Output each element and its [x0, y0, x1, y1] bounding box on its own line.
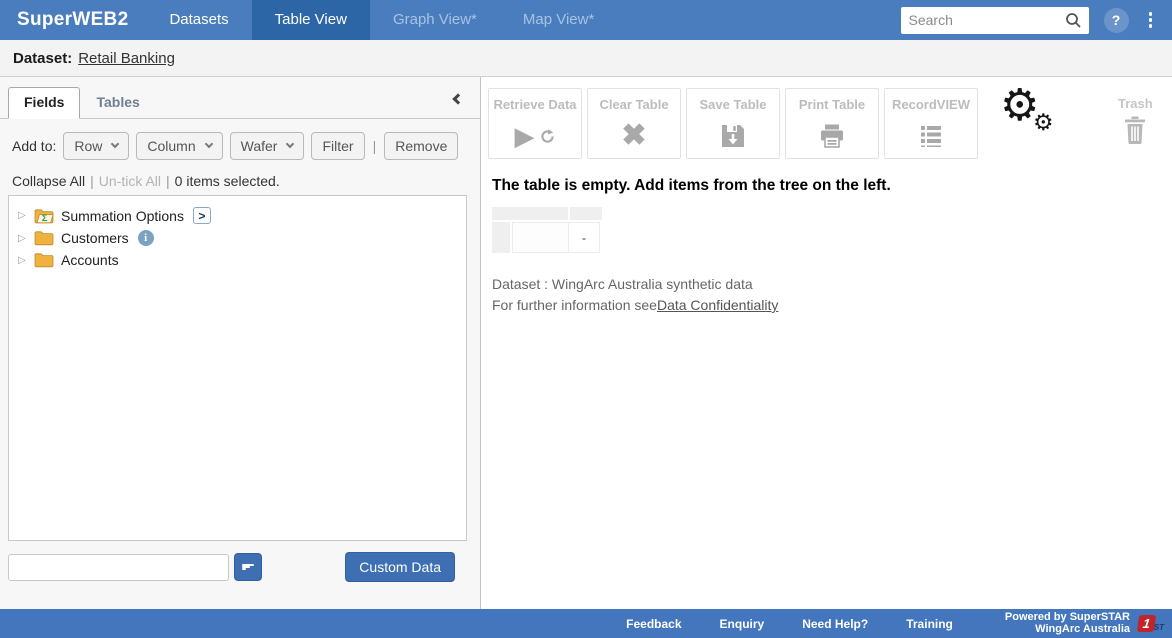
gear-small-icon: ⚙ — [1033, 111, 1054, 134]
list-icon — [885, 117, 977, 155]
collapse-panel-button[interactable] — [454, 90, 466, 102]
collapse-all-link[interactable]: Collapse All — [12, 173, 85, 189]
tree-search-row: Custom Data — [8, 552, 468, 582]
top-nav: SuperWEB2 Datasets Table View Graph View… — [0, 0, 1172, 40]
field-tree: ▷ Σ Summation Options > ▷ Customers i — [8, 195, 467, 541]
dataset-breadcrumb: Dataset: Retail Banking — [0, 40, 1172, 77]
x-icon: ✖ — [588, 117, 680, 155]
footer-bar: Feedback Enquiry Need Help? Training Pow… — [0, 609, 1172, 638]
tree-item-accounts[interactable]: ▷ Accounts — [9, 249, 466, 271]
table-view-panel: Retrieve Data ▶ Clear Table ✖ Save Table — [481, 77, 1172, 609]
funnel-icon — [242, 564, 254, 570]
recordview-button[interactable]: RecordVIEW — [884, 88, 978, 159]
chevron-down-icon — [204, 140, 212, 148]
superstar-1st-logo-icon: 1 ST — [1138, 614, 1164, 634]
dataset-info-block: Dataset : WingArc Australia synthetic da… — [492, 274, 1172, 316]
trash-icon — [1123, 116, 1147, 144]
tab-tables[interactable]: Tables — [80, 87, 155, 118]
help-icon[interactable]: ? — [1104, 8, 1129, 33]
table-cell — [512, 222, 569, 253]
footer-link-feedback[interactable]: Feedback — [626, 617, 681, 631]
tree-actions-row: Collapse All|Un-tick All|0 items selecte… — [12, 173, 480, 189]
powered-by-text: Powered by SuperSTAR WingArc Australia — [1005, 612, 1130, 635]
chevron-down-icon — [111, 140, 119, 148]
add-to-label: Add to: — [12, 138, 56, 154]
panel-tabs: Fields Tables — [0, 77, 480, 119]
data-confidentiality-link[interactable]: Data Confidentiality — [657, 297, 778, 313]
table-options-button[interactable]: ⚙ ⚙ — [1000, 94, 1060, 150]
retrieve-data-button[interactable]: Retrieve Data ▶ — [488, 88, 582, 159]
untick-all-link[interactable]: Un-tick All — [99, 173, 161, 189]
clear-table-button[interactable]: Clear Table ✖ — [587, 88, 681, 159]
items-selected-count: 0 items selected. — [175, 173, 280, 189]
empty-table-message: The table is empty. Add items from the t… — [492, 177, 1172, 195]
add-to-toolbar: Add to: Row Column Wafer Filter | Remove — [12, 132, 480, 160]
table-row-stub — [492, 222, 510, 253]
table-header-cell — [492, 207, 568, 220]
nav-tab-table-view[interactable]: Table View — [252, 0, 370, 40]
open-summation-options-button[interactable]: > — [193, 207, 211, 224]
superweb2-app: SuperWEB2 Datasets Table View Graph View… — [0, 0, 1172, 638]
sigma-glyph: Σ — [42, 213, 48, 224]
tree-search-input[interactable] — [8, 554, 229, 581]
save-table-button[interactable]: Save Table — [686, 88, 780, 159]
footer-link-training[interactable]: Training — [906, 617, 953, 631]
dataset-link[interactable]: Retail Banking — [78, 50, 175, 67]
expand-triangle-icon[interactable]: ▷ — [18, 255, 27, 266]
floppy-save-icon — [687, 117, 779, 155]
play-refresh-icon: ▶ — [489, 117, 581, 155]
add-to-row-dropdown[interactable]: Row — [63, 132, 129, 160]
tab-fields[interactable]: Fields — [8, 87, 80, 119]
nav-tab-map-view[interactable]: Map View* — [500, 0, 617, 40]
table-toolbar: Retrieve Data ▶ Clear Table ✖ Save Table — [488, 88, 1172, 159]
folder-icon — [34, 252, 54, 268]
chevron-down-icon — [286, 140, 294, 148]
filter-button[interactable]: Filter — [311, 132, 364, 160]
overflow-menu-icon[interactable] — [1144, 8, 1158, 32]
chevron-left-icon — [452, 93, 463, 104]
nav-tab-graph-view[interactable]: Graph View* — [370, 0, 500, 40]
field-selection-panel: Fields Tables Add to: Row Column Wafer F… — [0, 77, 481, 609]
custom-data-button[interactable]: Custom Data — [345, 552, 455, 582]
expand-triangle-icon[interactable]: ▷ — [18, 233, 27, 244]
print-table-button[interactable]: Print Table — [785, 88, 879, 159]
add-to-column-dropdown[interactable]: Column — [136, 132, 222, 160]
folder-icon — [34, 230, 54, 246]
confidentiality-line: For further information seeData Confiden… — [492, 295, 1172, 316]
dataset-label: Dataset: — [13, 50, 72, 67]
dataset-info-line: Dataset : WingArc Australia synthetic da… — [492, 274, 1172, 295]
expand-triangle-icon[interactable]: ▷ — [18, 210, 27, 221]
tree-item-customers[interactable]: ▷ Customers i — [9, 227, 466, 249]
table-header-cell — [570, 207, 602, 220]
global-search-box[interactable] — [901, 7, 1089, 34]
summation-folder-icon: Σ — [34, 208, 54, 224]
printer-icon — [786, 117, 878, 155]
tree-item-summation-options[interactable]: ▷ Σ Summation Options > — [9, 204, 466, 227]
separator: | — [373, 138, 377, 154]
trash-button[interactable]: Trash — [1118, 88, 1153, 149]
search-input[interactable] — [909, 12, 1065, 28]
app-logo: SuperWEB2 — [0, 0, 146, 40]
search-icon[interactable] — [1065, 12, 1082, 29]
empty-table-placeholder: - — [492, 207, 1172, 253]
content-area: Fields Tables Add to: Row Column Wafer F… — [0, 77, 1172, 609]
info-icon[interactable]: i — [138, 230, 154, 246]
footer-link-need-help[interactable]: Need Help? — [802, 617, 868, 631]
remove-button[interactable]: Remove — [384, 132, 458, 160]
add-to-wafer-dropdown[interactable]: Wafer — [230, 132, 305, 160]
tree-filter-button[interactable] — [234, 553, 262, 581]
table-cell: - — [569, 222, 600, 253]
nav-tab-datasets[interactable]: Datasets — [146, 0, 251, 40]
footer-link-enquiry[interactable]: Enquiry — [720, 617, 765, 631]
nav-right-group: ? — [901, 0, 1172, 40]
